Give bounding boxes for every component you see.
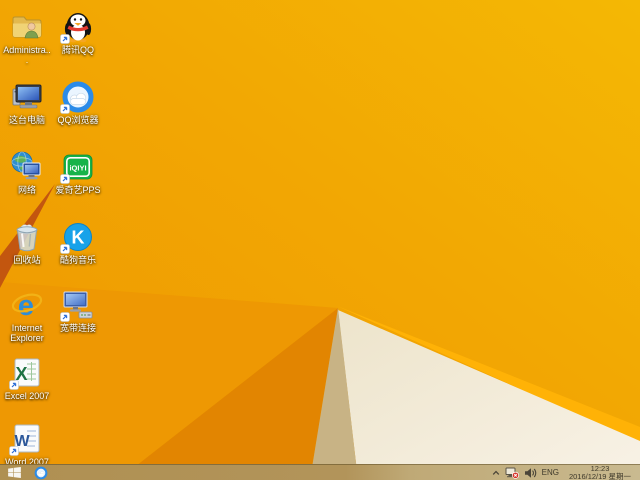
chevron-up-icon[interactable]	[492, 469, 500, 477]
shortcut-arrow-icon	[60, 312, 70, 322]
desktop-icon-internet-explorer[interactable]: e Internet Explorer	[2, 288, 52, 343]
icon-label: QQ浏览器	[57, 115, 98, 125]
desktop-icon-administrator[interactable]: Administra...	[2, 10, 52, 65]
icon-label: 爱奇艺PPS	[55, 185, 100, 195]
taskbar-pinned-qq-browser[interactable]	[28, 465, 54, 480]
desktop-icon-this-pc[interactable]: 这台电脑	[2, 80, 52, 125]
icon-label: Excel 2007	[5, 391, 50, 401]
svg-text:K: K	[72, 228, 85, 248]
word-icon: W	[10, 422, 44, 456]
desktop-icon-network[interactable]: 网络	[2, 150, 52, 195]
icon-label: 回收站	[13, 255, 40, 265]
windows-start-icon	[8, 467, 21, 478]
shortcut-arrow-icon	[60, 174, 70, 184]
computer-icon	[10, 80, 44, 114]
svg-text:iQIYI: iQIYI	[69, 164, 86, 173]
qq-browser-icon	[34, 466, 48, 480]
iqiyi-icon: iQIYI	[61, 150, 95, 184]
desktop-icon-broadband-connection[interactable]: 宽带连接	[53, 288, 103, 333]
desktop-icon-tencent-qq[interactable]: 腾讯QQ	[53, 10, 103, 55]
kugou-icon: K	[61, 220, 95, 254]
start-button[interactable]	[0, 465, 28, 480]
taskbar: ENG 12:23 2016/12/19 星期一	[0, 464, 640, 480]
icon-label: 腾讯QQ	[62, 45, 94, 55]
icon-label: 网络	[18, 185, 36, 195]
icon-label: 宽带连接	[60, 323, 96, 333]
desktop-icon-word-2007[interactable]: W Word 2007	[2, 422, 52, 467]
icon-label: Administra...	[3, 45, 51, 65]
shortcut-arrow-icon	[60, 244, 70, 254]
desktop-icon-iqiyi-pps[interactable]: iQIYI 爱奇艺PPS	[53, 150, 103, 195]
icon-label: Internet Explorer	[3, 323, 51, 343]
desktop-icon-excel-2007[interactable]: X Excel 2007	[2, 356, 52, 401]
shortcut-arrow-icon	[60, 104, 70, 114]
shortcut-arrow-icon	[60, 34, 70, 44]
clock-date: 2016/12/19 星期一	[569, 473, 631, 480]
speaker-icon[interactable]	[524, 467, 537, 479]
system-tray: ENG 12:23 2016/12/19 星期一	[492, 465, 640, 480]
desktop[interactable]: Administra... 这台电脑	[0, 0, 640, 480]
icon-label: 酷狗音乐	[60, 255, 96, 265]
internet-explorer-icon: e	[10, 288, 44, 322]
icon-label: 这台电脑	[9, 115, 45, 125]
broadband-icon	[61, 288, 95, 322]
shortcut-arrow-icon	[9, 446, 19, 456]
user-folder-icon	[10, 10, 44, 44]
network-disconnected-icon[interactable]	[505, 467, 519, 479]
qq-penguin-icon	[61, 10, 95, 44]
language-indicator[interactable]: ENG	[542, 465, 559, 480]
network-globe-icon	[10, 150, 44, 184]
recycle-bin-icon	[10, 220, 44, 254]
desktop-icon-qq-browser[interactable]: QQ浏览器	[53, 80, 103, 125]
desktop-icon-recycle-bin[interactable]: 回收站	[2, 220, 52, 265]
shortcut-arrow-icon	[9, 380, 19, 390]
qq-browser-icon	[61, 80, 95, 114]
taskbar-clock[interactable]: 12:23 2016/12/19 星期一	[564, 465, 636, 480]
desktop-icon-kugou-music[interactable]: K 酷狗音乐	[53, 220, 103, 265]
excel-icon: X	[10, 356, 44, 390]
